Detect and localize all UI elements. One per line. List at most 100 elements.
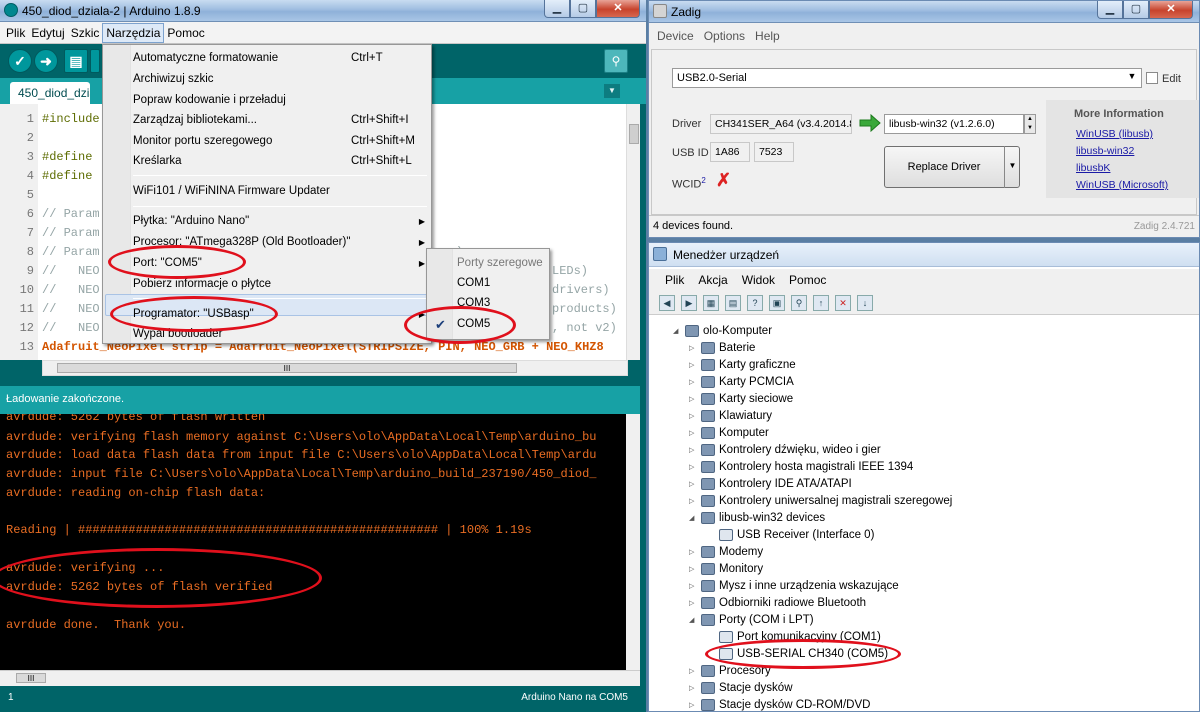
collapsed-icon[interactable]: ▷ — [689, 599, 697, 607]
tree-node[interactable]: ▷ Monitory — [689, 563, 763, 575]
collapsed-icon[interactable]: ▷ — [689, 429, 697, 437]
uninstall-icon[interactable]: ✕ — [835, 294, 851, 311]
collapsed-icon[interactable]: ▷ — [689, 582, 697, 590]
port-option-com1[interactable]: COM1 — [457, 277, 490, 289]
tree-node[interactable]: ▷ Modemy — [689, 546, 763, 558]
menu-item-autoformat[interactable]: Automatyczne formatowanie — [133, 52, 278, 64]
menu-item-firmware-updater[interactable]: WiFi101 / WiFiNINA Firmware Updater — [133, 185, 330, 197]
collapsed-icon[interactable]: ▷ — [689, 395, 697, 403]
collapsed-icon[interactable]: ▷ — [689, 701, 697, 709]
view-icon[interactable]: ▣ — [769, 294, 785, 311]
collapsed-icon[interactable]: ▷ — [689, 565, 697, 573]
open-sketch-icon[interactable] — [90, 49, 100, 73]
edit-checkbox[interactable] — [1146, 72, 1158, 84]
menu-plik[interactable]: Plik — [3, 24, 28, 42]
collapsed-icon[interactable]: ▷ — [689, 480, 697, 488]
collapsed-icon[interactable]: ▷ — [689, 344, 697, 352]
tree-node[interactable]: ◢ olo-Komputer — [673, 325, 772, 337]
menu-plik[interactable]: Plik — [665, 273, 684, 287]
collapsed-icon[interactable]: ▷ — [689, 446, 697, 454]
tree-node[interactable]: ▷ Karty sieciowe — [689, 393, 793, 405]
tree-node[interactable]: ▷ Odbiorniki radiowe Bluetooth — [689, 597, 866, 609]
disable-icon[interactable]: ↓ — [857, 294, 873, 311]
console-tree-icon[interactable]: ▤ — [725, 294, 741, 311]
tree-node[interactable]: ▷ Kontrolery hosta magistrali IEEE 1394 — [689, 461, 913, 473]
menu-options[interactable]: Options — [704, 29, 745, 43]
menu-item-serial-monitor[interactable]: Monitor portu szeregowego — [133, 135, 272, 147]
menu-device[interactable]: Device — [657, 29, 694, 43]
menu-akcja[interactable]: Akcja — [698, 273, 727, 287]
link-winusb-libusb[interactable]: WinUSB (libusb) — [1076, 128, 1153, 140]
forward-icon[interactable]: ▶ — [681, 294, 697, 311]
replace-driver-dropdown-icon[interactable]: ▼ — [1004, 146, 1020, 188]
minimize-button[interactable]: ▁ — [544, 0, 570, 18]
tree-node[interactable]: USB Receiver (Interface 0) — [707, 529, 874, 541]
menu-item-board[interactable]: Płytka: "Arduino Nano" — [133, 215, 249, 227]
tree-node[interactable]: ▷ Stacje dysków — [689, 682, 793, 694]
tree-node-label: Baterie — [719, 342, 756, 354]
scan-hardware-icon[interactable]: ⚲ — [791, 294, 807, 311]
collapsed-icon[interactable]: ▷ — [689, 412, 697, 420]
help-icon[interactable]: ? — [747, 294, 763, 311]
menu-pomoc[interactable]: Pomoc — [164, 24, 207, 42]
tree-node[interactable]: ◢ libusb-win32 devices — [689, 512, 825, 524]
replace-driver-button[interactable]: Replace Driver — [884, 146, 1020, 188]
tree-node[interactable]: ▷ Mysz i inne urządzenia wskazujące — [689, 580, 899, 592]
menu-edytuj[interactable]: Edytuj — [28, 24, 67, 42]
tree-node[interactable]: ◢ Porty (COM i LPT) — [689, 614, 814, 626]
collapsed-icon[interactable]: ▷ — [689, 378, 697, 386]
tree-node[interactable]: ▷ Kontrolery dźwięku, wideo i gier — [689, 444, 881, 456]
menu-widok[interactable]: Widok — [742, 273, 775, 287]
console-vertical-scrollbar[interactable] — [626, 414, 640, 670]
maximize-button[interactable]: ▢ — [570, 0, 596, 18]
tree-node[interactable]: ▷ Baterie — [689, 342, 755, 354]
tree-node[interactable]: ▷ Kontrolery uniwersalnej magistrali szer… — [689, 495, 952, 507]
editor-vertical-scrollbar[interactable] — [626, 104, 640, 360]
maximize-button[interactable]: ▢ — [1123, 1, 1149, 19]
menu-item-archive[interactable]: Archiwizuj szkic — [133, 73, 214, 85]
collapsed-icon[interactable]: ▷ — [689, 548, 697, 556]
expanded-icon[interactable]: ◢ — [689, 514, 697, 522]
collapsed-icon[interactable]: ▷ — [689, 684, 697, 692]
tree-node[interactable]: ▷ Stacje dysków CD-ROM/DVD — [689, 699, 870, 711]
new-sketch-icon[interactable]: ▤ — [64, 49, 88, 73]
link-winusb-microsoft[interactable]: WinUSB (Microsoft) — [1076, 179, 1168, 191]
tree-node[interactable]: ▷ Komputer — [689, 427, 769, 439]
menu-item-fix-encoding[interactable]: Popraw kodowanie i przeładuj — [133, 94, 286, 106]
tree-node[interactable]: ▷ Kontrolery IDE ATA/ATAPI — [689, 478, 852, 490]
expanded-icon[interactable]: ◢ — [673, 327, 681, 335]
expanded-icon[interactable]: ◢ — [689, 616, 697, 624]
collapsed-icon[interactable]: ▷ — [689, 361, 697, 369]
serial-monitor-icon[interactable]: ⚲ — [604, 49, 628, 73]
menu-item-manage-libraries[interactable]: Zarządzaj bibliotekami... — [133, 114, 257, 126]
target-driver-field[interactable]: libusb-win32 (v1.2.6.0) — [884, 114, 1024, 134]
editor-horizontal-scrollbar[interactable]: III — [42, 360, 628, 376]
close-button[interactable]: ✕ — [1149, 1, 1193, 19]
link-libusbk[interactable]: libusbK — [1076, 162, 1110, 174]
collapsed-icon[interactable]: ▷ — [689, 497, 697, 505]
menu-szkic[interactable]: Szkic — [68, 24, 103, 42]
link-libusb-win32[interactable]: libusb-win32 — [1076, 145, 1134, 157]
verify-icon[interactable]: ✓ — [8, 49, 32, 73]
menu-help[interactable]: Help — [755, 29, 780, 43]
menu-pomoc[interactable]: Pomoc — [789, 273, 826, 287]
tab-sketch[interactable]: 450_diod_dziala — [10, 82, 90, 104]
menu-item-board-info[interactable]: Pobierz informacje o płytce — [133, 278, 271, 290]
tab-menu-icon[interactable]: ▼ — [604, 84, 620, 98]
tree-node[interactable]: ▷ Klawiatury — [689, 410, 772, 422]
tree-node[interactable]: ▷ Karty graficzne — [689, 359, 796, 371]
upload-icon[interactable]: ➜ — [34, 49, 58, 73]
collapsed-icon[interactable]: ▷ — [689, 463, 697, 471]
menu-item-serial-plotter[interactable]: Kreślarka — [133, 155, 182, 167]
update-driver-icon[interactable]: ↑ — [813, 294, 829, 311]
driver-spinner[interactable]: ▲ ▼ — [1024, 114, 1036, 134]
collapsed-icon[interactable]: ▷ — [689, 667, 697, 675]
console-horizontal-scrollbar[interactable]: III — [0, 670, 640, 686]
back-icon[interactable]: ◀ — [659, 294, 675, 311]
tree-node[interactable]: ▷ Karty PCMCIA — [689, 376, 794, 388]
properties-icon[interactable]: ▦ — [703, 294, 719, 311]
close-button[interactable]: ✕ — [596, 0, 640, 18]
menu-narzedzia[interactable]: Narzędzia — [102, 22, 165, 43]
device-select[interactable]: USB2.0-Serial ▼ — [672, 68, 1142, 88]
minimize-button[interactable]: ▁ — [1097, 1, 1123, 19]
